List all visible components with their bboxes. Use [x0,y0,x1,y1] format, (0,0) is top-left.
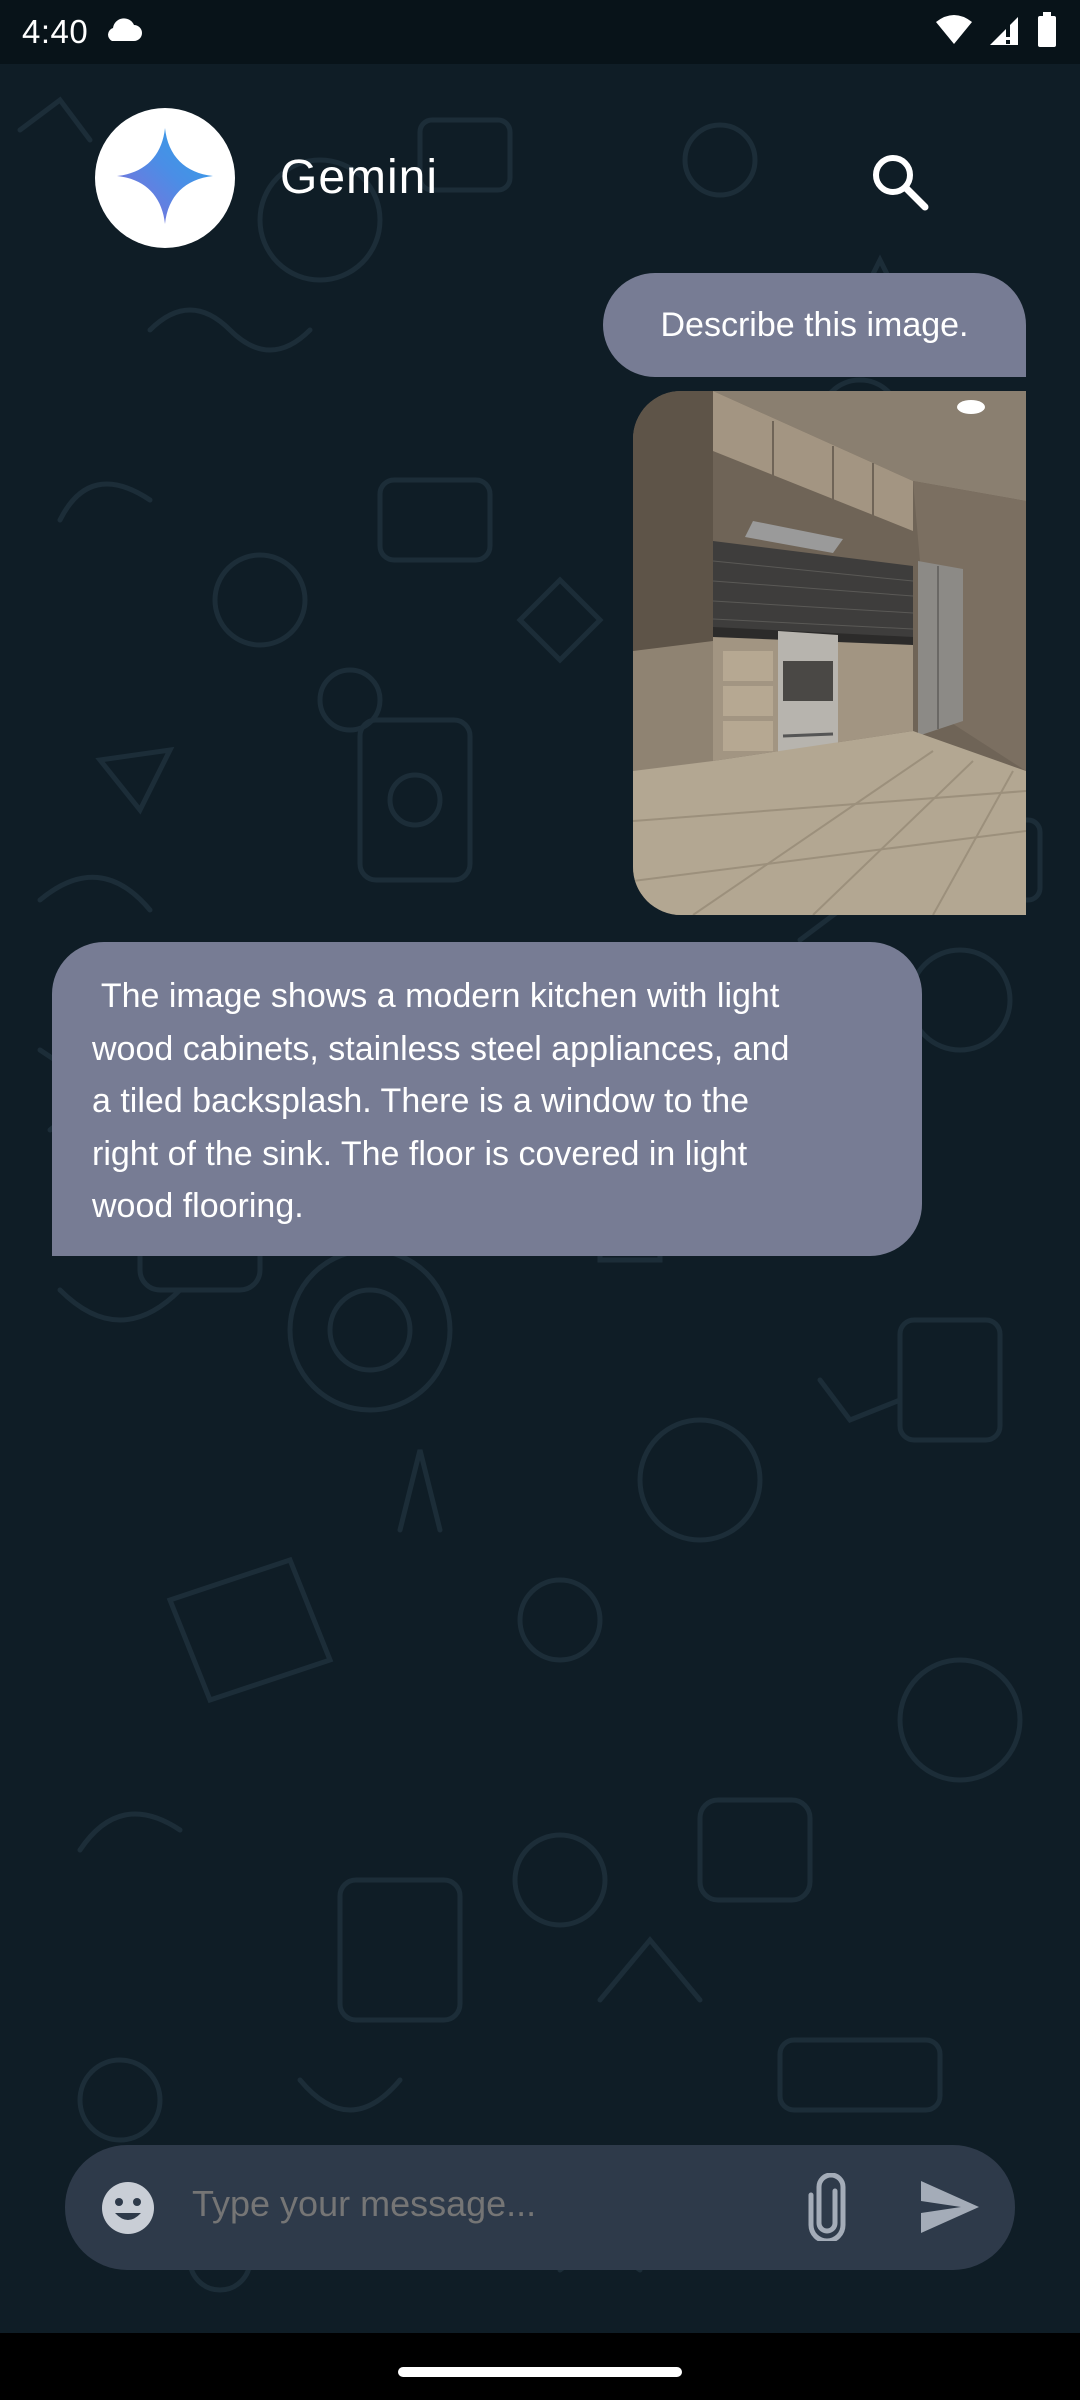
status-bar: 4:40 [0,0,1080,64]
chat-title: Gemini [280,151,439,204]
message-composer [65,2145,1015,2270]
avatar[interactable] [95,108,235,248]
status-time: 4:40 [22,13,89,50]
kitchen-photo[interactable] [633,391,1026,915]
message-line: wood flooring. [92,1187,304,1225]
gemini-sparkle-icon [115,126,215,231]
message-line: The image shows a modern kitchen with li… [92,977,780,1015]
paperclip-icon [797,2172,857,2245]
message-text: Describe this image. [660,305,969,344]
cloud-icon [102,17,143,48]
message-input[interactable] [192,2183,832,2225]
attach-button[interactable] [797,2172,857,2244]
search-icon [869,151,931,218]
home-gesture-handle[interactable] [398,2367,682,2377]
wifi-icon [934,14,974,51]
send-button[interactable] [917,2177,983,2237]
chat-header: Gemini [0,64,1080,294]
battery-icon [1036,11,1058,53]
emoji-icon [101,2182,155,2239]
emoji-button[interactable] [101,2181,155,2235]
search-button[interactable] [862,146,938,222]
system-nav-bar [0,2333,1080,2400]
signal-icon [988,13,1022,52]
send-icon [917,2181,983,2241]
message-line: wood cabinets, stainless steel appliance… [92,1029,790,1068]
message-line: a tiled backsplash. There is a window to… [92,1082,750,1120]
bot-message-bubble: The image shows a modern kitchen with li… [52,942,922,1256]
message-line: right of the sink. The floor is covered … [92,1134,748,1173]
user-message-bubble: Describe this image. [603,273,1026,377]
